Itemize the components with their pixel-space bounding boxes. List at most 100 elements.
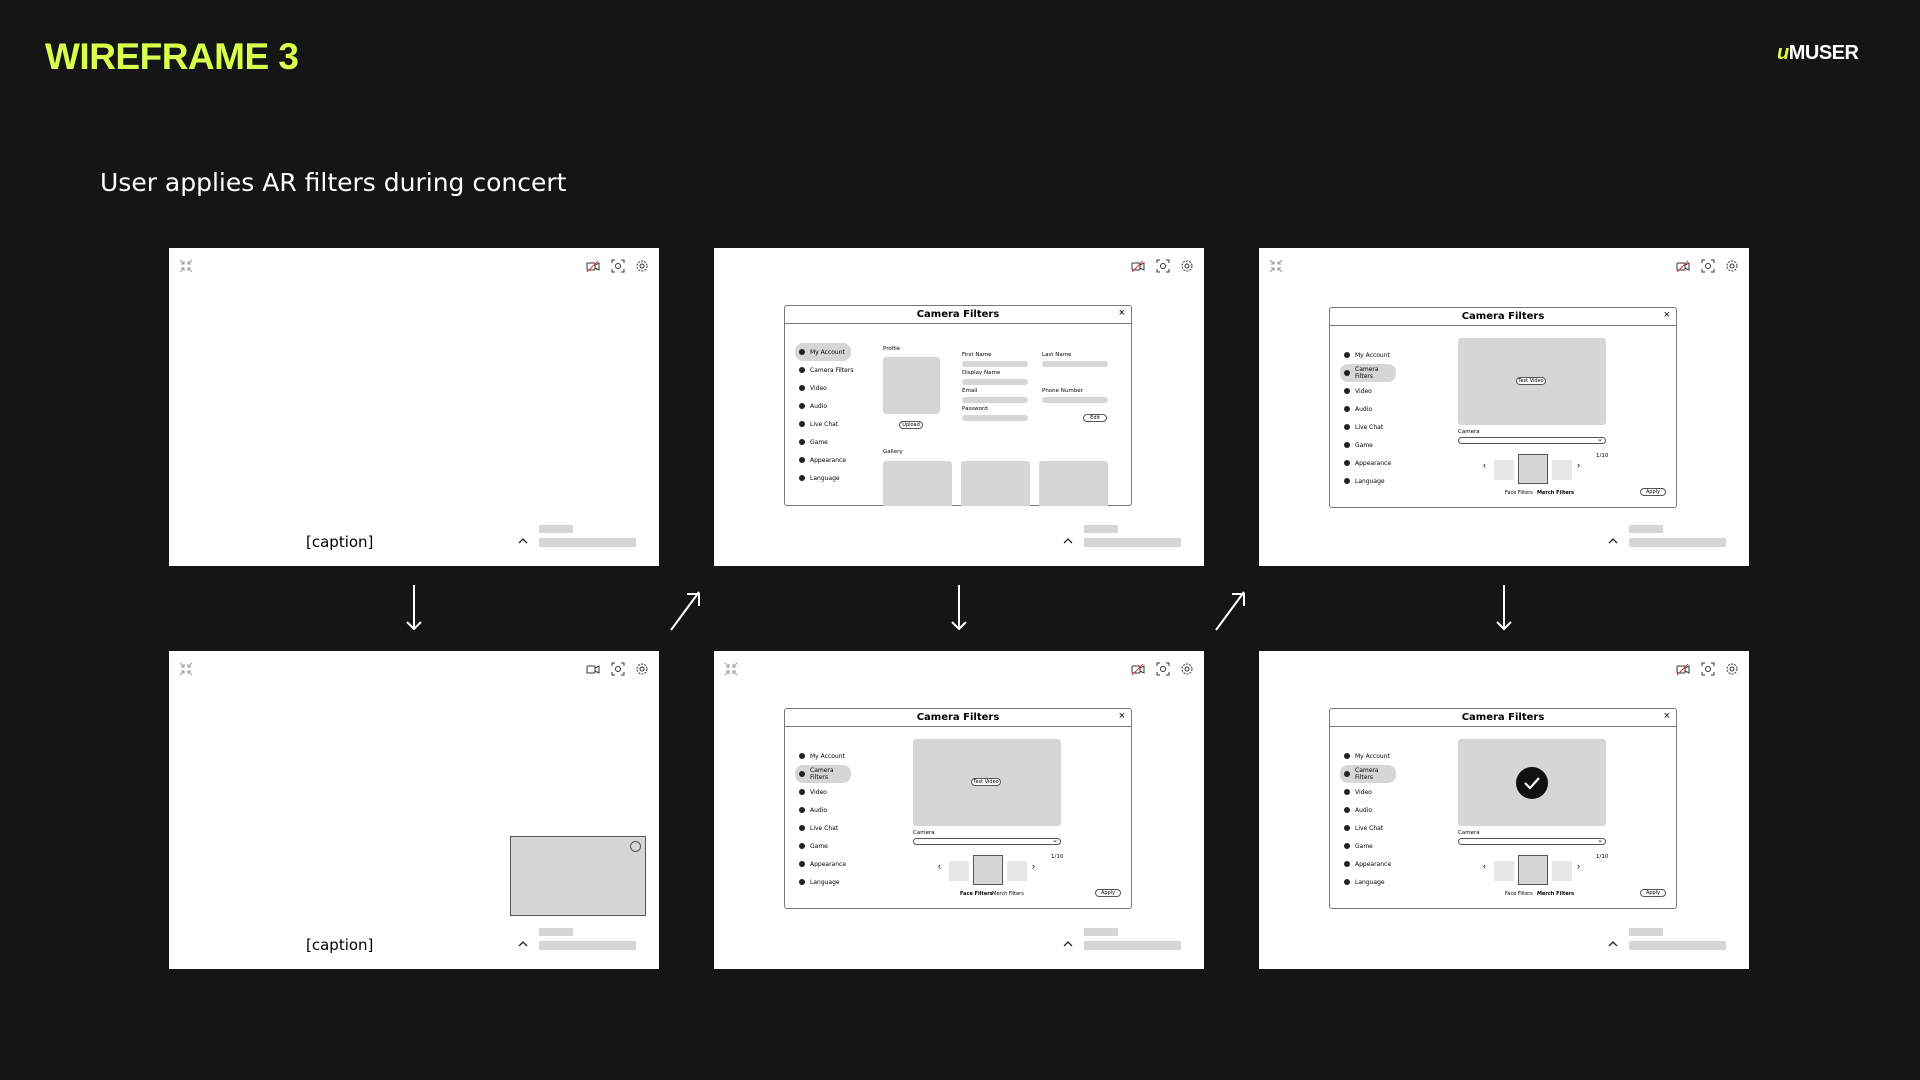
next-filter-icon[interactable]: ›	[1032, 861, 1035, 871]
screenshot-icon[interactable]	[1156, 662, 1170, 676]
first-name-field[interactable]	[962, 361, 1028, 367]
next-filter-icon[interactable]: ›	[1577, 861, 1580, 871]
sidebar-item-my-account[interactable]: My Account	[1340, 346, 1412, 364]
sidebar-item-game[interactable]: Game	[795, 837, 867, 855]
filter-thumb[interactable]	[1552, 460, 1572, 480]
filter-thumb[interactable]	[949, 861, 969, 881]
gallery-item[interactable]	[1039, 461, 1108, 506]
sidebar-item-live-chat[interactable]: Live Chat	[795, 415, 867, 433]
sidebar-item-my-account[interactable]: My Account	[795, 747, 867, 765]
tab-merch-filters[interactable]: Merch Filters	[992, 891, 1024, 897]
sidebar-item-audio[interactable]: Audio	[1340, 801, 1412, 819]
last-name-field[interactable]	[1042, 361, 1108, 367]
apply-button[interactable]: Apply	[1095, 889, 1121, 897]
chevron-up-icon[interactable]	[516, 533, 530, 547]
tab-face-filters[interactable]: Face Filters	[1505, 891, 1533, 897]
sidebar-item-live-chat[interactable]: Live Chat	[795, 819, 867, 837]
close-icon[interactable]: ×	[1664, 309, 1670, 321]
close-icon[interactable]: ×	[1119, 307, 1125, 319]
filter-thumb[interactable]	[1552, 861, 1572, 881]
tab-merch-filters[interactable]: Merch Filters	[1537, 891, 1574, 897]
sidebar-item-language[interactable]: Language	[795, 873, 867, 891]
gear-icon[interactable]	[635, 662, 649, 676]
gear-icon[interactable]	[635, 259, 649, 273]
tab-merch-filters[interactable]: Merch Filters	[1537, 490, 1574, 496]
close-icon[interactable]: ×	[1119, 710, 1125, 722]
screenshot-icon[interactable]	[611, 259, 625, 273]
sidebar-item-video[interactable]: Video	[1340, 382, 1412, 400]
display-name-field[interactable]	[962, 379, 1028, 385]
filter-thumb[interactable]	[1494, 861, 1514, 881]
collapse-icon[interactable]	[1269, 259, 1283, 273]
sidebar-item-audio[interactable]: Audio	[795, 801, 867, 819]
prev-filter-icon[interactable]: ‹	[1483, 861, 1486, 871]
sidebar-item-video[interactable]: Video	[795, 379, 867, 397]
sidebar-item-camera-filters[interactable]: Camera Filters	[795, 765, 851, 783]
test-video-button[interactable]: Test Video	[971, 778, 1001, 786]
screenshot-icon[interactable]	[1701, 662, 1715, 676]
filter-thumb[interactable]	[1007, 861, 1027, 881]
gear-icon[interactable]	[1180, 662, 1194, 676]
test-video-button[interactable]: Test Video	[1516, 377, 1546, 385]
next-filter-icon[interactable]: ›	[1577, 460, 1580, 470]
sidebar-item-video[interactable]: Video	[1340, 783, 1412, 801]
collapse-icon[interactable]	[179, 662, 193, 676]
phone-field[interactable]	[1042, 397, 1108, 403]
filter-thumb-selected[interactable]	[1518, 454, 1548, 484]
sidebar-item-language[interactable]: Language	[1340, 472, 1412, 490]
edit-button[interactable]: Edit	[1083, 414, 1107, 422]
sidebar-item-appearance[interactable]: Appearance	[1340, 855, 1412, 873]
record-icon[interactable]	[630, 841, 641, 852]
gear-icon[interactable]	[1725, 662, 1739, 676]
filter-thumb-selected[interactable]	[973, 855, 1003, 885]
camera-icon[interactable]	[586, 662, 600, 676]
gallery-item[interactable]	[883, 461, 952, 506]
camera-select[interactable]: ⌄	[1458, 837, 1606, 845]
screenshot-icon[interactable]	[1701, 259, 1715, 273]
sidebar-item-video[interactable]: Video	[795, 783, 867, 801]
sidebar-item-live-chat[interactable]: Live Chat	[1340, 418, 1412, 436]
upload-button[interactable]: Upload	[899, 421, 923, 429]
email-field[interactable]	[962, 397, 1028, 403]
prev-filter-icon[interactable]: ‹	[938, 861, 941, 871]
sidebar-item-live-chat[interactable]: Live Chat	[1340, 819, 1412, 837]
sidebar-item-game[interactable]: Game	[795, 433, 867, 451]
camera-off-icon[interactable]	[1676, 259, 1690, 273]
apply-button[interactable]: Apply	[1640, 889, 1666, 897]
chevron-up-icon[interactable]	[1061, 936, 1075, 950]
sidebar-item-appearance[interactable]: Appearance	[795, 855, 867, 873]
filter-thumb-selected[interactable]	[1518, 855, 1548, 885]
sidebar-item-game[interactable]: Game	[1340, 837, 1412, 855]
apply-button[interactable]: Apply	[1640, 488, 1666, 496]
camera-off-icon[interactable]	[586, 259, 600, 273]
chevron-up-icon[interactable]	[1606, 936, 1620, 950]
close-icon[interactable]: ×	[1664, 710, 1670, 722]
sidebar-item-language[interactable]: Language	[795, 469, 867, 487]
gear-icon[interactable]	[1180, 259, 1194, 273]
camera-off-icon[interactable]	[1131, 259, 1145, 273]
camera-select[interactable]: ⌄	[913, 837, 1061, 845]
collapse-icon[interactable]	[724, 662, 738, 676]
screenshot-icon[interactable]	[611, 662, 625, 676]
tab-face-filters[interactable]: Face Filters	[1505, 490, 1533, 496]
chevron-up-icon[interactable]	[1061, 533, 1075, 547]
sidebar-item-language[interactable]: Language	[1340, 873, 1412, 891]
sidebar-item-game[interactable]: Game	[1340, 436, 1412, 454]
camera-select[interactable]: ⌄	[1458, 436, 1606, 444]
sidebar-item-appearance[interactable]: Appearance	[1340, 454, 1412, 472]
screenshot-icon[interactable]	[1156, 259, 1170, 273]
prev-filter-icon[interactable]: ‹	[1483, 460, 1486, 470]
gear-icon[interactable]	[1725, 259, 1739, 273]
sidebar-item-my-account[interactable]: My Account	[795, 343, 851, 361]
chevron-up-icon[interactable]	[1606, 533, 1620, 547]
filter-thumb[interactable]	[1494, 460, 1514, 480]
sidebar-item-my-account[interactable]: My Account	[1340, 747, 1412, 765]
gallery-item[interactable]	[961, 461, 1030, 506]
self-camera-preview[interactable]	[510, 836, 646, 916]
sidebar-item-camera-filters[interactable]: Camera Filters	[1340, 364, 1396, 382]
chevron-up-icon[interactable]	[516, 936, 530, 950]
camera-off-icon[interactable]	[1131, 662, 1145, 676]
sidebar-item-appearance[interactable]: Appearance	[795, 451, 867, 469]
collapse-icon[interactable]	[179, 259, 193, 273]
password-field[interactable]	[962, 415, 1028, 421]
